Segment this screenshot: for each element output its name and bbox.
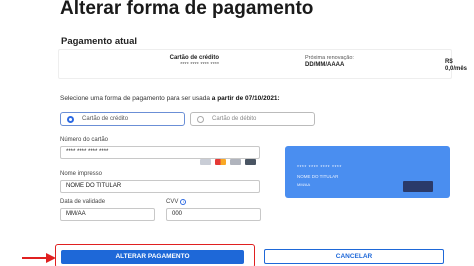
select-instructions-text: Selecione uma forma de pagamento para se… <box>60 95 210 102</box>
card-preview-number: **** **** **** **** <box>297 165 342 171</box>
visa-icon <box>200 159 211 165</box>
current-method: Cartão de crédito **** **** **** **** <box>167 55 219 69</box>
renewal-label: Próxima renovação: <box>305 55 354 61</box>
mastercard-icon <box>215 159 226 165</box>
elo-icon <box>230 159 241 165</box>
radio-credit-label: Cartão de crédito <box>82 116 129 122</box>
radio-selected-icon <box>67 115 74 123</box>
radio-credit-card[interactable]: Cartão de crédito <box>60 112 185 126</box>
cancel-button[interactable]: CANCELAR <box>264 249 444 264</box>
radio-unselected-icon <box>197 115 204 123</box>
expiry-input[interactable]: MM/AA <box>60 208 155 221</box>
card-preview-name: NOME DO TITULAR <box>297 174 339 179</box>
select-instructions: Selecione uma forma de pagamento para se… <box>60 95 280 102</box>
card-chip-icon <box>403 181 433 192</box>
change-payment-button[interactable]: ALTERAR PAGAMENTO <box>61 250 244 264</box>
radio-debit-card[interactable]: Cartão de débito <box>190 112 315 126</box>
renewal-info: Próxima renovação: DD/MM/AAAA <box>305 55 354 69</box>
expiry-label: Data de validade <box>60 199 106 205</box>
page-title: Alterar forma de pagamento <box>60 0 314 19</box>
arrow-right-icon <box>22 253 56 263</box>
plan-price: R$ 0,0/mês <box>445 59 468 72</box>
current-method-label: Cartão de crédito <box>169 55 219 61</box>
card-number-label: Número do cartão <box>60 137 109 143</box>
name-label: Nome impresso <box>60 171 103 177</box>
cvv-label-wrap: CVV i <box>166 199 187 205</box>
amex-icon <box>245 159 256 165</box>
radio-debit-label: Cartão de débito <box>212 116 257 122</box>
select-instructions-date: a partir de 07/10/2021: <box>211 95 280 102</box>
card-preview-expiry: MM/AA <box>297 182 311 187</box>
card-number-input[interactable]: **** **** **** **** <box>60 146 260 159</box>
cvv-input[interactable]: 000 <box>166 208 261 221</box>
renewal-date: DD/MM/AAAA <box>305 62 345 68</box>
name-input[interactable]: NOME DO TITULAR <box>60 180 260 193</box>
current-payment-box: Cartão de crédito **** **** **** **** Pr… <box>58 49 467 79</box>
payment-brand-icons <box>200 159 256 165</box>
current-payment-title: Pagamento atual <box>61 36 138 47</box>
info-icon[interactable]: i <box>180 199 187 205</box>
card-preview: **** **** **** **** NOME DO TITULAR MM/A… <box>285 146 450 198</box>
current-method-masked: **** **** **** **** <box>180 62 219 68</box>
cvv-label: CVV <box>166 199 179 205</box>
